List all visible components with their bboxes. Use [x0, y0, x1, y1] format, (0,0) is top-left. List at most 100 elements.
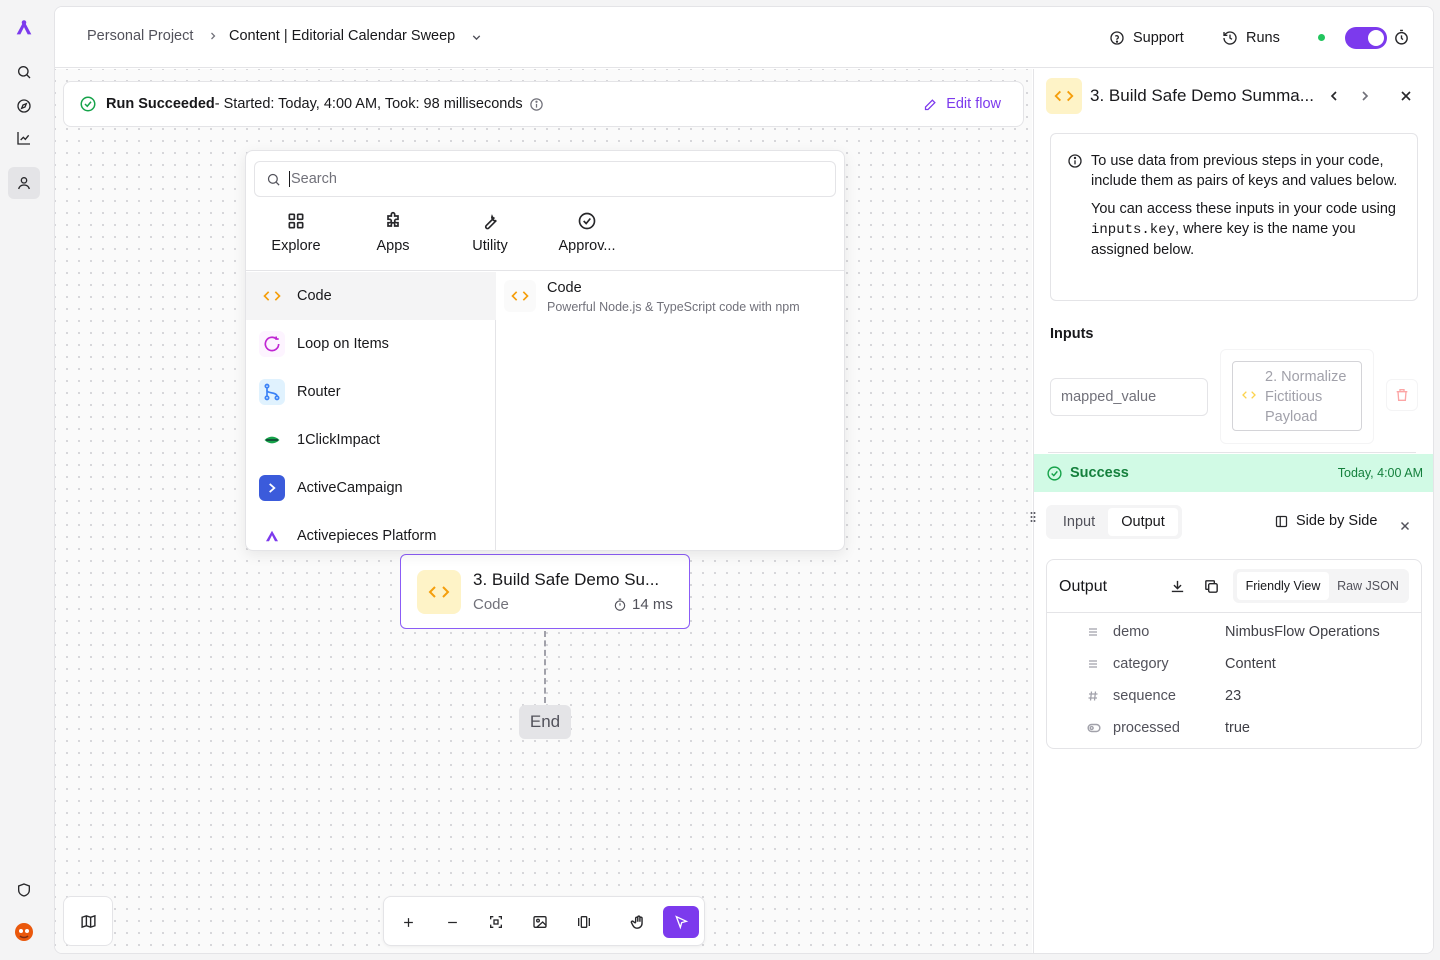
minimap-button[interactable]: [63, 896, 113, 946]
boolean-type-icon: [1087, 722, 1101, 734]
copy-icon[interactable]: [1203, 578, 1220, 595]
router-icon: [259, 379, 285, 405]
toggle-knob: [1368, 30, 1384, 46]
tab-utility-label: Utility: [472, 238, 508, 254]
runs-button[interactable]: Runs: [1222, 25, 1280, 51]
flow-canvas[interactable]: Run Succeeded - Started: Today, 4:00 AM,…: [55, 69, 1032, 953]
chart-icon[interactable]: [8, 122, 40, 154]
edit-flow-label: Edit flow: [946, 96, 1001, 112]
close-icon[interactable]: [1398, 519, 1412, 533]
compass-icon[interactable]: [8, 90, 40, 122]
list-item-router[interactable]: Router: [246, 368, 496, 416]
panel-split-icon: [1274, 514, 1289, 529]
list-item-loop[interactable]: Loop on Items: [246, 320, 496, 368]
list-item-activepieces[interactable]: Activepieces Platform: [246, 512, 496, 550]
timer-icon[interactable]: [1393, 29, 1410, 46]
step-node-code[interactable]: 3. Build Safe Demo Su... Code 14 ms: [400, 554, 690, 629]
pan-mode-button[interactable]: [620, 906, 656, 938]
friendly-view-button[interactable]: Friendly View: [1237, 572, 1329, 600]
output-row: category Content: [1113, 653, 1276, 675]
support-label: Support: [1133, 30, 1184, 46]
delete-input-button[interactable]: [1386, 379, 1418, 411]
info-paragraph-2: You can access these inputs in your code…: [1091, 199, 1401, 260]
list-item-activecampaign[interactable]: ActiveCampaign: [246, 464, 496, 512]
user-icon[interactable]: [8, 167, 40, 199]
drag-handle-icon[interactable]: [1030, 511, 1036, 523]
list-item-label: Activepieces Platform: [297, 528, 437, 544]
list-item-code[interactable]: Code: [246, 272, 496, 320]
edit-flow-button[interactable]: Edit flow: [923, 96, 1001, 112]
output-key: processed: [1113, 720, 1180, 736]
tab-input[interactable]: Input: [1050, 508, 1108, 536]
divider: [1047, 612, 1421, 613]
left-rail: [0, 0, 48, 960]
text-type-icon: [1087, 626, 1099, 638]
close-icon[interactable]: [1398, 88, 1414, 104]
tab-utility[interactable]: Utility: [442, 205, 538, 267]
search-placeholder: Search: [289, 171, 337, 187]
step-settings-panel: 3. Build Safe Demo Summa... To use data …: [1030, 69, 1433, 953]
layout-button[interactable]: [566, 906, 602, 938]
side-by-side-label: Side by Side: [1296, 513, 1378, 529]
output-panel: Output Friendly View Raw JSON demo Nimbus…: [1046, 559, 1422, 749]
chevron-left-icon[interactable]: [1326, 88, 1342, 104]
tab-explore[interactable]: Explore: [248, 205, 344, 267]
code-icon: [1046, 78, 1082, 114]
side-by-side-button[interactable]: Side by Side: [1274, 513, 1377, 529]
fit-view-button[interactable]: [478, 906, 514, 938]
list-item-1clickimpact[interactable]: 1ClickImpact: [246, 416, 496, 464]
check-circle-icon: [1046, 465, 1063, 482]
tab-output[interactable]: Output: [1108, 508, 1178, 536]
activecampaign-icon: [259, 475, 285, 501]
list-item-label: Loop on Items: [297, 336, 389, 352]
zoom-out-button[interactable]: [434, 906, 470, 938]
export-image-button[interactable]: [522, 906, 558, 938]
tab-apps[interactable]: Apps: [345, 205, 441, 267]
support-button[interactable]: Support: [1109, 25, 1184, 51]
run-status-bar: Run Succeeded - Started: Today, 4:00 AM,…: [63, 81, 1024, 127]
pencil-icon: [923, 97, 938, 112]
image-icon: [532, 914, 548, 930]
raw-json-button[interactable]: Raw JSON: [1331, 572, 1405, 600]
list-item-label: ActiveCampaign: [297, 480, 403, 496]
select-mode-button[interactable]: [663, 906, 699, 938]
map-icon: [80, 913, 97, 930]
status-label: Success: [1070, 465, 1129, 481]
stopwatch-icon: [613, 598, 627, 612]
runs-label: Runs: [1246, 30, 1280, 46]
divider: [1048, 452, 1416, 453]
info-code: inputs.key: [1091, 222, 1176, 238]
search-icon[interactable]: [8, 56, 40, 88]
input-value-field[interactable]: 2. Normalize Fictitious Payload: [1220, 349, 1374, 444]
output-value: 23: [1225, 688, 1242, 704]
number-type-icon: [1087, 690, 1099, 702]
shield-icon[interactable]: [8, 874, 40, 906]
fit-view-icon: [488, 914, 504, 930]
info-icon[interactable]: [529, 97, 544, 112]
avatar[interactable]: [8, 916, 40, 948]
tab-approvals[interactable]: Approv...: [539, 205, 635, 267]
search-input[interactable]: Search: [254, 161, 836, 197]
download-icon[interactable]: [1169, 578, 1186, 595]
output-row: demo NimbusFlow Operations: [1113, 621, 1380, 643]
status-time: Today, 4:00 AM: [1337, 466, 1423, 480]
detail-title[interactable]: Code: [547, 280, 582, 296]
publish-toggle[interactable]: [1345, 27, 1387, 49]
code-icon: [259, 283, 285, 309]
run-details: - Started: Today, 4:00 AM, Took: 98 mill…: [214, 96, 523, 112]
output-value: NimbusFlow Operations: [1225, 624, 1380, 640]
input-key-field[interactable]: mapped_value: [1050, 378, 1208, 416]
activepieces-logo-icon[interactable]: [8, 12, 40, 44]
chevron-right-icon[interactable]: [1357, 88, 1373, 104]
flow-name[interactable]: Content | Editorial Calendar Sweep: [229, 28, 455, 44]
zoom-in-button[interactable]: [390, 906, 426, 938]
output-row: processed true: [1113, 717, 1250, 739]
text-type-icon: [1087, 658, 1099, 670]
picker-tabs: Explore Apps Utility Approv...: [246, 205, 844, 271]
history-icon: [1222, 30, 1238, 46]
info-paragraph-1: To use data from previous steps in your …: [1091, 153, 1398, 189]
panel-title: 3. Build Safe Demo Summa...: [1090, 86, 1314, 105]
chevron-down-icon[interactable]: [470, 31, 483, 44]
info-text-a: You can access these inputs in your code…: [1091, 201, 1396, 217]
breadcrumb-project[interactable]: Personal Project: [87, 28, 193, 44]
